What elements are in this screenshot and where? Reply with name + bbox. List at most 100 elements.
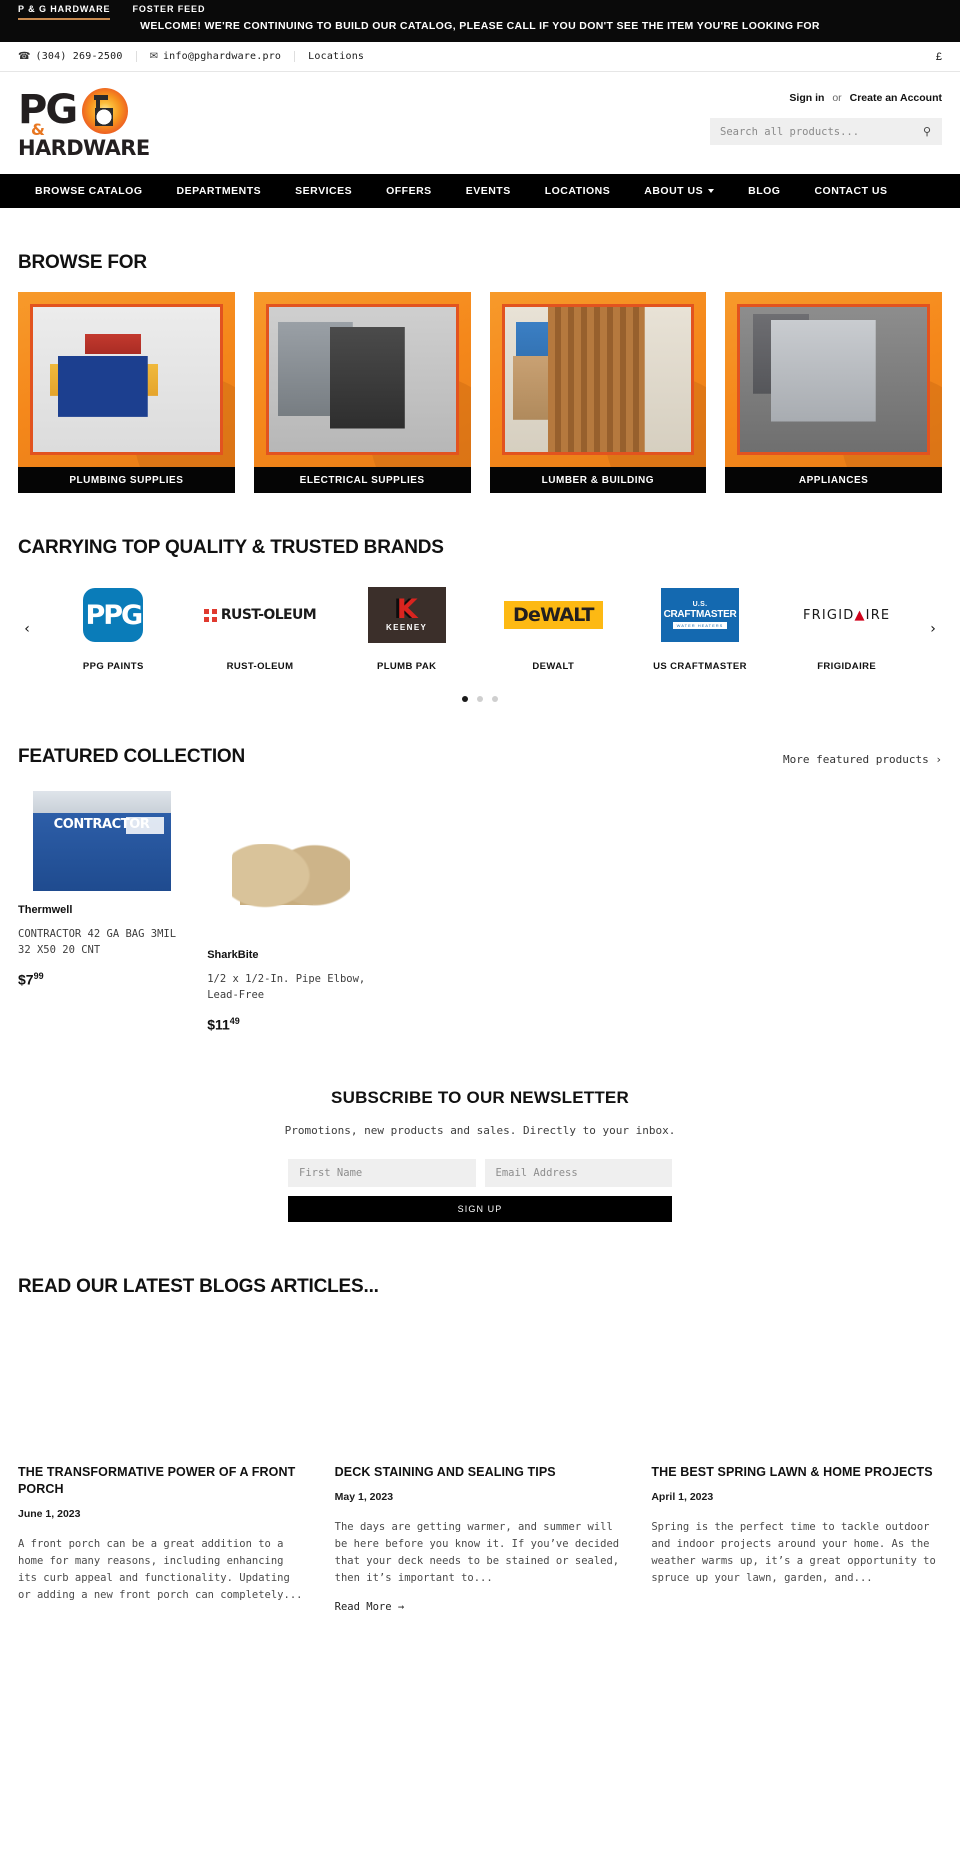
nav-item-services[interactable]: SERVICES [278, 185, 369, 197]
keeney-wordmark: KEENEY [386, 623, 428, 633]
sign-in-link[interactable]: Sign in [789, 92, 824, 104]
email-input[interactable] [484, 1159, 672, 1188]
store-tab-pg-hardware[interactable]: P & G HARDWARE [18, 4, 111, 20]
more-featured-products-link[interactable]: More featured products › [783, 753, 942, 768]
store-tab-label: FOSTER FEED [132, 4, 206, 14]
product-card-thermwell[interactable]: CONTRACTOR Thermwell CONTRACTOR 42 GA BA… [18, 786, 185, 987]
store-tab-foster-feed[interactable]: FOSTER FEED [132, 4, 205, 20]
brand-name: FRIGIDAIRE [817, 661, 877, 672]
carousel-dot-2[interactable] [477, 696, 483, 702]
blog-post-deck-staining[interactable]: DECK STAINING AND SEALING TIPS May 1, 20… [334, 1316, 626, 1618]
price-cents: 49 [229, 1015, 240, 1026]
search-icon[interactable]: ⚲ [922, 125, 932, 138]
locations-label: Locations [308, 51, 365, 62]
frigidaire-text-a: FRIGID [802, 607, 855, 623]
category-tile-lumber[interactable]: LUMBER & BUILDING [489, 292, 707, 493]
email-link[interactable]: ✉ info@pghardware.pro [150, 51, 296, 62]
phone-icon: ☎ [18, 51, 31, 62]
locations-link[interactable]: Locations [308, 51, 377, 62]
category-label: LUMBER & BUILDING [489, 467, 707, 493]
category-tile-frame [253, 292, 471, 467]
nav-item-locations[interactable]: LOCATIONS [528, 185, 628, 197]
logo-secondary-text: HARDWARE [18, 136, 150, 160]
brand-name: RUST-OLEUM [226, 661, 294, 672]
announcement-bar: P & G HARDWARE FOSTER FEED WELCOME! WE'R… [0, 0, 960, 42]
brand-logo-wrap: RUST-OLEUM [189, 585, 332, 645]
brand-item-frigidaire[interactable]: FRIGID▲IRE FRIGIDAIRE [775, 585, 918, 673]
chevron-right-icon[interactable]: › [924, 621, 942, 637]
brand-logo-wrap: U.S. CRAFTMASTER WATER HEATERS [629, 585, 772, 645]
blog-post-date: May 1, 2023 [334, 1491, 394, 1504]
search-input[interactable] [720, 125, 922, 138]
logo-primary-text: PG & [18, 90, 78, 138]
keeney-logo-icon: K KEENEY [367, 587, 446, 643]
nav-item-contact-us[interactable]: CONTACT US [797, 185, 904, 197]
first-name-input[interactable] [288, 1159, 476, 1188]
nav-item-events[interactable]: EVENTS [449, 185, 528, 197]
account-separator: or [832, 92, 842, 104]
nav-item-about-us[interactable]: ABOUT US [627, 185, 731, 197]
brand-name: PLUMB PAK [376, 661, 437, 672]
craftmaster-subtitle: WATER HEATERS [672, 622, 728, 629]
nav-item-offers[interactable]: OFFERS [369, 185, 449, 197]
craftmaster-wordmark: CRAFTMASTER [663, 609, 737, 620]
currency-selector[interactable]: £ [936, 51, 942, 63]
newsletter-subtext: Promotions, new products and sales. Dire… [284, 1124, 676, 1138]
category-tile-frame [489, 292, 707, 467]
nav-label: OFFERS [386, 185, 432, 197]
price-dollars: $11 [207, 1016, 230, 1033]
nav-item-blog[interactable]: BLOG [731, 185, 797, 197]
product-card-sharkbite[interactable]: SharkBite 1/2 x 1/2-In. Pipe Elbow, Lead… [207, 786, 374, 1032]
blog-post-front-porch[interactable]: THE TRANSFORMATIVE POWER OF A FRONT PORC… [18, 1316, 309, 1618]
brand-item-plumb-pak[interactable]: K KEENEY PLUMB PAK [335, 585, 478, 672]
site-header: PG & HARDWARE Sign in or Create an Accou… [0, 72, 960, 174]
product-price: $1149 [207, 1016, 374, 1033]
hammer-fist-icon [82, 88, 129, 134]
blog-post-date: April 1, 2023 [651, 1491, 714, 1504]
carousel-dot-1[interactable] [462, 696, 468, 702]
chevron-left-icon[interactable]: ‹ [18, 621, 36, 637]
category-tile-electrical[interactable]: ELECTRICAL SUPPLIES [253, 292, 471, 493]
plumbing-tool-belt-photo [30, 304, 223, 455]
product-image-wrap [207, 786, 374, 936]
blog-post-excerpt: A front porch can be a great addition to… [18, 1537, 303, 1601]
account-links: Sign in or Create an Account [789, 92, 942, 104]
blog-post-spring-projects[interactable]: THE BEST SPRING LAWN & HOME PROJECTS Apr… [651, 1316, 942, 1618]
nav-item-departments[interactable]: DEPARTMENTS [160, 185, 279, 197]
brand-item-rustoleum[interactable]: RUST-OLEUM RUST-OLEUM [189, 585, 332, 672]
product-vendor: Thermwell [18, 904, 73, 916]
category-tile-appliances[interactable]: APPLIANCES [725, 292, 942, 493]
blog-post-excerpt: The days are getting warmer, and summer … [334, 1521, 620, 1585]
announcement-message: WELCOME! WE'RE CONTINUING TO BUILD OUR C… [140, 20, 820, 32]
category-tile-plumbing[interactable]: PLUMBING SUPPLIES [18, 292, 235, 493]
logo-top-row: PG & [18, 88, 170, 138]
main-navigation: BROWSE CATALOG DEPARTMENTS SERVICES OFFE… [0, 174, 960, 208]
phone-link[interactable]: ☎ (304) 269-2500 [18, 51, 137, 62]
newsletter-section: SUBSCRIBE TO OUR NEWSLETTER Promotions, … [18, 1032, 942, 1232]
frigidaire-text-b: IRE [865, 607, 891, 623]
site-logo[interactable]: PG & HARDWARE [18, 88, 170, 160]
search-bar: ⚲ [710, 118, 942, 145]
blog-post-grid: THE TRANSFORMATIVE POWER OF A FRONT PORC… [18, 1316, 942, 1618]
rustoleum-wordmark: RUST-OLEUM [220, 607, 317, 623]
carousel-dot-3[interactable] [492, 696, 498, 702]
sign-up-button[interactable]: SIGN UP [288, 1196, 672, 1223]
blog-heading: READ OUR LATEST BLOGS ARTICLES... [18, 1276, 379, 1298]
create-account-link[interactable]: Create an Account [850, 92, 942, 104]
brass-pipe-elbow-image [231, 844, 350, 936]
header-right-group: Sign in or Create an Account ⚲ [710, 88, 942, 145]
brand-item-us-craftmaster[interactable]: U.S. CRAFTMASTER WATER HEATERS US CRAFTM… [629, 585, 772, 672]
blog-read-more-link[interactable]: Read More → [335, 1601, 626, 1613]
ppg-logo-icon: PPG [83, 588, 144, 642]
category-tile-frame [18, 292, 235, 467]
nav-item-browse-catalog[interactable]: BROWSE CATALOG [18, 185, 160, 197]
brand-item-dewalt[interactable]: DeWALT DEWALT [482, 585, 625, 672]
store-switcher-tabs: P & G HARDWARE FOSTER FEED [0, 0, 960, 20]
product-box-text: CONTRACTOR [53, 817, 150, 832]
brand-item-ppg[interactable]: PPG PPG PAINTS [42, 585, 185, 672]
nav-label: EVENTS [465, 185, 511, 197]
dewalt-logo-icon: DeWALT [504, 601, 603, 629]
brands-list: PPG PPG PAINTS RUST-OLEUM RUST-OLEUM K K… [42, 585, 918, 672]
email-address: info@pghardware.pro [162, 51, 282, 62]
brand-name: PPG PAINTS [82, 661, 144, 672]
